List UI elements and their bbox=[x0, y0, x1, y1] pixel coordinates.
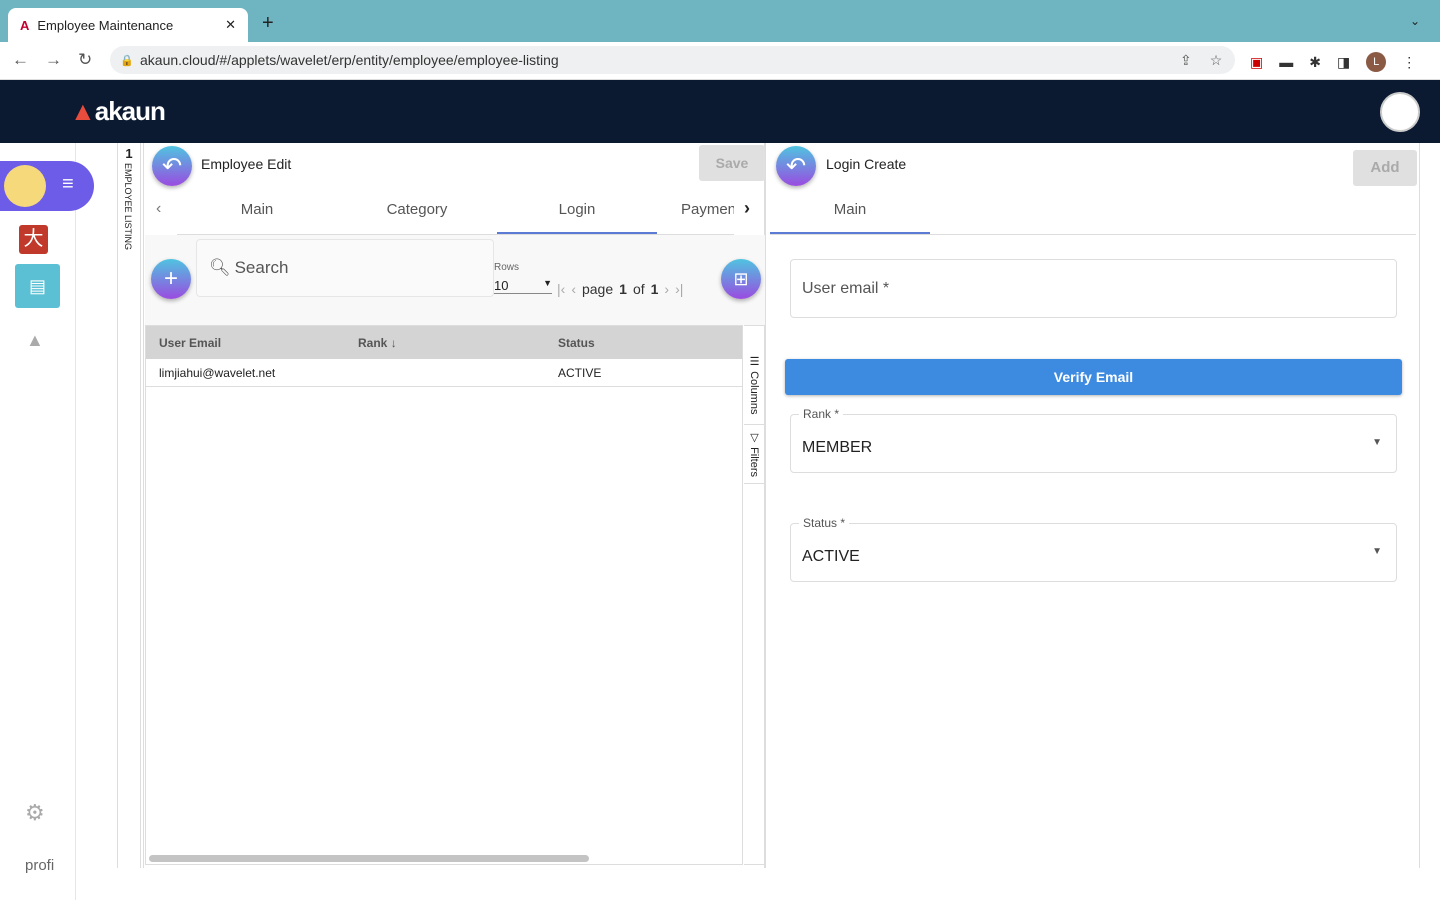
profile-avatar[interactable]: L bbox=[1366, 52, 1387, 72]
lock-icon: 🔒 bbox=[120, 54, 134, 67]
new-tab-icon[interactable]: + bbox=[262, 12, 274, 35]
tab-main[interactable]: Main bbox=[177, 187, 337, 234]
listing-count: 1 bbox=[125, 146, 133, 161]
rank-select[interactable]: Rank * MEMBER ▼ bbox=[790, 407, 1397, 473]
rank-label: Rank * bbox=[799, 407, 844, 421]
panel-title: Employee Edit bbox=[201, 156, 292, 172]
extension-icon-2[interactable]: ▬ bbox=[1279, 54, 1293, 70]
dropdown-icon: ▼ bbox=[543, 278, 552, 288]
user-email-input[interactable]: User email * bbox=[790, 259, 1397, 318]
horizontal-scrollbar[interactable] bbox=[149, 855, 589, 862]
user-avatar[interactable] bbox=[1380, 92, 1420, 132]
employee-applet-icon[interactable]: ▤ bbox=[15, 264, 60, 308]
back-icon[interactable]: ← bbox=[12, 50, 29, 70]
col-rank[interactable]: Rank ↓ bbox=[346, 336, 546, 350]
back-button[interactable]: ↶ bbox=[776, 146, 816, 186]
page-label: page bbox=[581, 281, 614, 297]
add-login-button[interactable]: + bbox=[151, 259, 191, 299]
verify-email-button[interactable]: Verify Email bbox=[785, 359, 1402, 395]
filters-side-tab[interactable]: ▽ Filters bbox=[744, 425, 765, 485]
reload-icon[interactable]: ↻ bbox=[78, 50, 92, 70]
search-placeholder: Search bbox=[234, 258, 289, 277]
tab-payment[interactable]: Paymen bbox=[657, 187, 734, 234]
tab-title: Employee Maintenance bbox=[37, 17, 174, 33]
extension-icon[interactable]: ▣ bbox=[1250, 54, 1263, 71]
dropdown-icon: ▼ bbox=[1372, 437, 1382, 448]
search-icon: 🔍︎ bbox=[209, 258, 231, 277]
first-page-icon[interactable]: |‹ bbox=[557, 281, 565, 297]
employee-edit-panel: ↶ Employee Edit Save ‹ Main Category Log… bbox=[143, 143, 766, 868]
login-create-panel: ↶ Login Create Add Main User email * Ver… bbox=[768, 143, 1420, 868]
forward-icon[interactable]: → bbox=[45, 50, 62, 70]
star-icon[interactable]: ☆ bbox=[1210, 52, 1223, 69]
shapes-icon[interactable]: ▲ bbox=[26, 330, 44, 351]
user-illustration-avatar bbox=[4, 165, 46, 207]
listing-strip[interactable]: 1 EMPLOYEE LISTING bbox=[117, 143, 141, 868]
page-number: 1 bbox=[619, 281, 627, 297]
prev-page-icon[interactable]: ‹ bbox=[571, 281, 576, 297]
add-button[interactable]: Add bbox=[1353, 150, 1417, 186]
puzzle-icon[interactable]: ✱ bbox=[1309, 54, 1321, 71]
url-bar[interactable]: 🔒 akaun.cloud/#/applets/wavelet/erp/entit… bbox=[110, 46, 1235, 74]
tab-list-icon[interactable]: ⌄ bbox=[1410, 14, 1420, 28]
col-rank-label: Rank bbox=[358, 335, 388, 350]
url-text: akaun.cloud/#/applets/wavelet/erp/entity… bbox=[140, 52, 559, 68]
login-table: User Email Rank ↓ Status limjiahui@wavel… bbox=[145, 325, 743, 865]
close-icon[interactable]: ✕ bbox=[225, 17, 236, 33]
last-page-icon[interactable]: ›| bbox=[675, 281, 683, 297]
col-user-email[interactable]: User Email bbox=[146, 336, 346, 350]
rows-value: 10 bbox=[494, 278, 509, 293]
sidebar bbox=[0, 143, 76, 900]
angular-icon: A bbox=[20, 17, 30, 33]
browser-tab[interactable]: A Employee Maintenance ✕ bbox=[8, 8, 248, 42]
save-button[interactable]: Save bbox=[699, 145, 765, 181]
rows-select[interactable]: 10 ▼ bbox=[494, 278, 552, 294]
applet-icon-red[interactable]: 大 bbox=[19, 225, 48, 254]
tab-category[interactable]: Category bbox=[337, 187, 497, 234]
settings-icon[interactable]: ⚙ bbox=[25, 800, 45, 826]
back-button[interactable]: ↶ bbox=[152, 146, 192, 186]
columns-side-tab[interactable]: ☰ Columns bbox=[744, 351, 765, 426]
columns-label: Columns bbox=[748, 371, 760, 415]
share-icon[interactable]: ⇪ bbox=[1180, 52, 1192, 69]
sidepanel-icon[interactable]: ◨ bbox=[1337, 54, 1350, 71]
grid-view-button[interactable]: ⊞ bbox=[721, 259, 761, 299]
status-select[interactable]: Status * ACTIVE ▼ bbox=[790, 516, 1397, 582]
tabs-next-icon[interactable]: › bbox=[744, 198, 750, 219]
status-label: Status * bbox=[799, 516, 850, 530]
tab-main[interactable]: Main bbox=[770, 187, 930, 234]
rank-value: MEMBER bbox=[802, 439, 873, 456]
tabs-prev-icon[interactable]: ‹ bbox=[156, 200, 161, 218]
cell-status: ACTIVE bbox=[558, 365, 602, 380]
dropdown-icon: ▼ bbox=[1372, 546, 1382, 557]
tab-login[interactable]: Login bbox=[497, 187, 657, 234]
panel-title: Login Create bbox=[826, 156, 907, 172]
status-value: ACTIVE bbox=[802, 548, 860, 565]
rows-label: Rows bbox=[494, 262, 520, 273]
filters-label: Filters bbox=[748, 447, 760, 478]
cell-email: limjiahui@wavelet.net bbox=[159, 365, 276, 380]
menu-icon[interactable]: ⋮ bbox=[1402, 54, 1416, 71]
menu-expand-icon[interactable]: ≡ bbox=[62, 173, 74, 196]
akaun-logo: ▲akaun bbox=[70, 96, 166, 126]
search-input[interactable]: 🔍︎ Search bbox=[196, 239, 494, 297]
app-header bbox=[0, 80, 1440, 143]
table-row[interactable]: limjiahui@wavelet.net ACTIVE bbox=[146, 359, 742, 387]
next-page-icon[interactable]: › bbox=[664, 281, 669, 297]
of-label: of bbox=[632, 281, 645, 297]
col-status[interactable]: Status bbox=[546, 336, 595, 350]
listing-label: EMPLOYEE LISTING bbox=[123, 163, 133, 251]
total-pages: 1 bbox=[650, 281, 659, 297]
profile-image-broken: profi bbox=[25, 857, 55, 874]
sort-down-icon: ↓ bbox=[390, 335, 397, 350]
